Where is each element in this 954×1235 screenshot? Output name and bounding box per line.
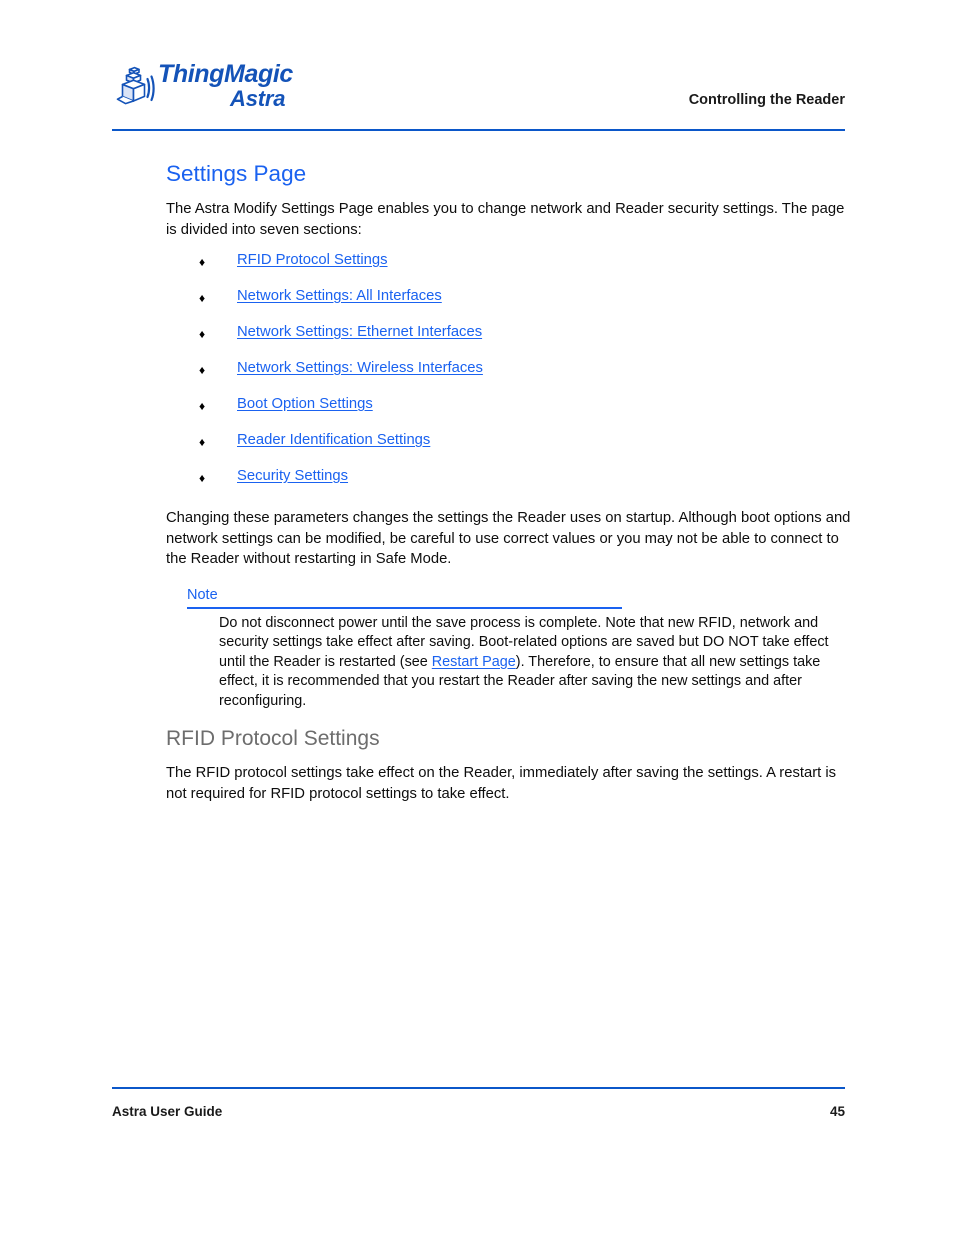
logo-wordmark: ThingMagic Astra bbox=[158, 60, 398, 120]
diamond-bullet-icon: ♦ bbox=[199, 399, 206, 413]
logo-wordmark-secondary: Astra bbox=[230, 86, 286, 111]
diamond-bullet-icon: ♦ bbox=[199, 435, 206, 449]
link-rfid-protocol-settings[interactable]: RFID Protocol Settings bbox=[237, 250, 388, 270]
list-item: ♦ RFID Protocol Settings bbox=[166, 250, 856, 286]
list-item: ♦ Boot Option Settings bbox=[166, 394, 856, 430]
diamond-bullet-icon: ♦ bbox=[199, 255, 206, 269]
footer-page-number: 45 bbox=[829, 1104, 845, 1119]
document-page: ThingMagic Astra Controlling the Reader … bbox=[0, 0, 954, 1235]
footer-divider bbox=[112, 1087, 845, 1089]
section-links-list: ♦ RFID Protocol Settings ♦ Network Setti… bbox=[166, 250, 856, 502]
link-reader-identification-settings[interactable]: Reader Identification Settings bbox=[237, 430, 430, 450]
subsection-title: RFID Protocol Settings bbox=[166, 727, 380, 750]
diamond-bullet-icon: ♦ bbox=[199, 363, 206, 377]
link-security-settings[interactable]: Security Settings bbox=[237, 466, 348, 486]
list-item: ♦ Network Settings: All Interfaces bbox=[166, 286, 856, 322]
list-item: ♦ Security Settings bbox=[166, 466, 856, 502]
header-divider bbox=[112, 129, 845, 131]
page-header: ThingMagic Astra Controlling the Reader bbox=[112, 58, 845, 120]
thingmagic-astra-logo: ThingMagic Astra bbox=[112, 58, 402, 120]
footer-document-title: Astra User Guide bbox=[112, 1104, 223, 1119]
diamond-bullet-icon: ♦ bbox=[199, 291, 206, 305]
changing-parameters-paragraph: Changing these parameters changes the se… bbox=[166, 510, 851, 567]
intro-paragraph: The Astra Modify Settings Page enables y… bbox=[166, 201, 845, 238]
link-network-settings-all-interfaces[interactable]: Network Settings: All Interfaces bbox=[237, 286, 442, 306]
note-body: Do not disconnect power until the save p… bbox=[219, 614, 847, 711]
logo-wordmark-primary: ThingMagic bbox=[158, 60, 293, 88]
link-network-settings-ethernet-interfaces[interactable]: Network Settings: Ethernet Interfaces bbox=[237, 322, 482, 342]
list-item: ♦ Reader Identification Settings bbox=[166, 430, 856, 466]
list-item: ♦ Network Settings: Ethernet Interfaces bbox=[166, 322, 856, 358]
page-title: Settings Page bbox=[166, 161, 307, 186]
subsection-paragraph: The RFID protocol settings take effect o… bbox=[166, 765, 837, 802]
diamond-bullet-icon: ♦ bbox=[199, 327, 206, 341]
link-restart-page[interactable]: Restart Page bbox=[432, 654, 516, 670]
running-head: Controlling the Reader bbox=[688, 92, 845, 108]
thingmagic-cube-logo-icon bbox=[112, 64, 160, 112]
note-label: Note bbox=[187, 587, 218, 603]
link-boot-option-settings[interactable]: Boot Option Settings bbox=[237, 394, 373, 414]
link-network-settings-wireless-interfaces[interactable]: Network Settings: Wireless Interfaces bbox=[237, 358, 483, 378]
note-divider bbox=[187, 607, 622, 609]
diamond-bullet-icon: ♦ bbox=[199, 471, 206, 485]
list-item: ♦ Network Settings: Wireless Interfaces bbox=[166, 358, 856, 394]
